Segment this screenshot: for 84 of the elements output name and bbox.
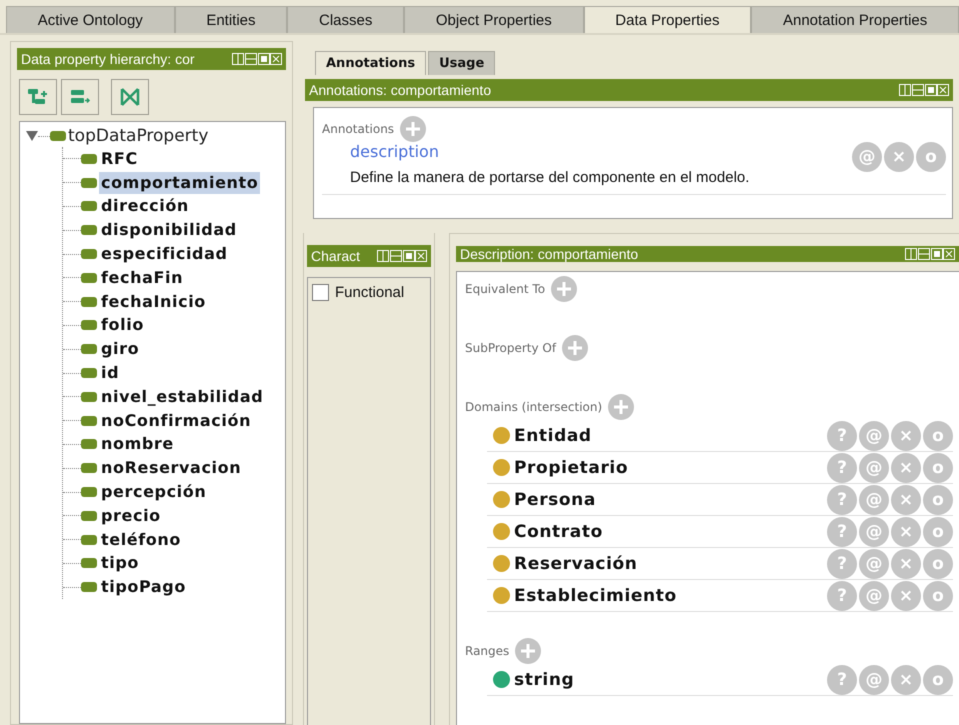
data-property-icon — [81, 558, 97, 568]
add-subproperty-button[interactable] — [19, 79, 57, 115]
data-property-icon — [81, 487, 97, 498]
data-property-icon — [50, 131, 66, 141]
tree-item[interactable]: RFC — [99, 148, 140, 170]
tree-item[interactable]: precio — [99, 504, 163, 527]
entity-label[interactable]: Entidad — [514, 426, 592, 446]
view-controls-icon[interactable] — [377, 250, 427, 262]
tree-item[interactable]: disponibilidad — [99, 219, 239, 242]
tree-item[interactable]: giro — [99, 338, 142, 360]
tree-item[interactable]: tipoPago — [99, 576, 188, 598]
data-property-icon — [81, 154, 97, 164]
data-property-icon — [81, 178, 97, 188]
panel-title: Charact — [311, 248, 362, 264]
section-label: Annotations — [322, 122, 394, 136]
section-label: SubProperty Of — [465, 341, 556, 355]
tree-item[interactable]: comportamiento — [99, 172, 260, 194]
tab[interactable]: Active Ontology — [6, 6, 175, 33]
data-property-icon — [81, 463, 97, 474]
delete-button[interactable] — [111, 79, 149, 115]
subtab[interactable]: Annotations — [315, 51, 426, 75]
data-property-icon — [81, 582, 97, 592]
section-label: Domains (intersection) — [465, 400, 602, 414]
tree-item[interactable]: noReservacion — [99, 457, 244, 480]
data-property-icon — [81, 416, 97, 426]
entity-label[interactable]: Contrato — [514, 522, 603, 542]
tab[interactable]: Annotation Properties — [751, 6, 959, 33]
tab[interactable]: Classes — [287, 6, 404, 33]
data-property-icon — [81, 510, 97, 521]
tree-item[interactable]: nivel_estabilidad — [99, 386, 266, 408]
data-property-icon — [81, 225, 97, 236]
add-icon[interactable] — [551, 276, 578, 302]
data-property-icon — [81, 534, 97, 545]
add-icon[interactable] — [562, 335, 588, 361]
entity-label[interactable]: Reservación — [514, 554, 638, 574]
view-controls-icon[interactable] — [905, 248, 955, 260]
annotation-property[interactable]: description — [350, 142, 750, 161]
tree-item[interactable]: tipo — [99, 552, 141, 574]
tree-item[interactable]: fechaInicio — [99, 290, 208, 313]
subtab[interactable]: Usage — [428, 51, 496, 75]
data-property-icon — [81, 249, 97, 260]
data-property-icon — [81, 344, 97, 354]
tree-item[interactable]: fechaFin — [99, 266, 186, 289]
section-label: Equivalent To — [465, 282, 546, 296]
checkbox-label: Functional — [335, 284, 404, 301]
tree-item[interactable]: id — [99, 362, 122, 384]
entity-label[interactable]: Establecimiento — [514, 586, 677, 606]
expand-triangle-icon[interactable] — [26, 131, 38, 141]
add-icon[interactable] — [400, 116, 426, 142]
tab[interactable]: Data Properties — [584, 6, 752, 33]
checkbox[interactable] — [312, 284, 329, 301]
data-property-icon — [81, 439, 97, 450]
entity-label[interactable]: string — [514, 670, 574, 690]
section-label: Ranges — [465, 644, 510, 658]
add-sibling-button[interactable] — [61, 79, 99, 115]
entity-label[interactable]: Persona — [514, 490, 596, 510]
annotation-value: Define la manera de portarse del componente en el modelo. — [350, 169, 750, 186]
entity-label[interactable]: Propietario — [514, 458, 628, 478]
hierarchy-add-icon — [27, 88, 49, 106]
data-property-icon — [81, 201, 97, 212]
data-property-icon — [81, 272, 97, 283]
data-property-icon — [81, 392, 97, 402]
tab[interactable]: Object Properties — [404, 6, 584, 33]
sibling-add-icon — [69, 88, 91, 106]
tab[interactable]: Entities — [174, 6, 288, 33]
add-icon[interactable] — [515, 638, 542, 664]
tree-item[interactable]: especificidad — [99, 243, 230, 266]
tree-item[interactable]: percepción — [99, 481, 208, 504]
tree-item[interactable]: nombre — [99, 433, 176, 456]
tree-item[interactable]: teléfono — [99, 528, 183, 551]
add-icon[interactable] — [608, 394, 634, 420]
view-controls-icon[interactable] — [232, 53, 282, 65]
data-property-icon — [81, 368, 97, 378]
panel-title: Annotations: comportamiento — [309, 82, 492, 98]
tree-item[interactable]: noConfirmación — [99, 410, 254, 432]
delete-cross-icon — [119, 87, 141, 107]
panel-title: Description: comportamiento — [460, 246, 638, 262]
data-property-icon — [81, 320, 97, 330]
data-property-icon — [81, 296, 97, 307]
panel-title: Data property hierarchy: cor — [21, 51, 195, 67]
tree-item[interactable]: dirección — [99, 195, 191, 218]
tree-item[interactable]: folio — [99, 314, 146, 336]
tree-item[interactable]: topDataProperty — [68, 126, 208, 146]
view-controls-icon[interactable] — [899, 84, 949, 96]
